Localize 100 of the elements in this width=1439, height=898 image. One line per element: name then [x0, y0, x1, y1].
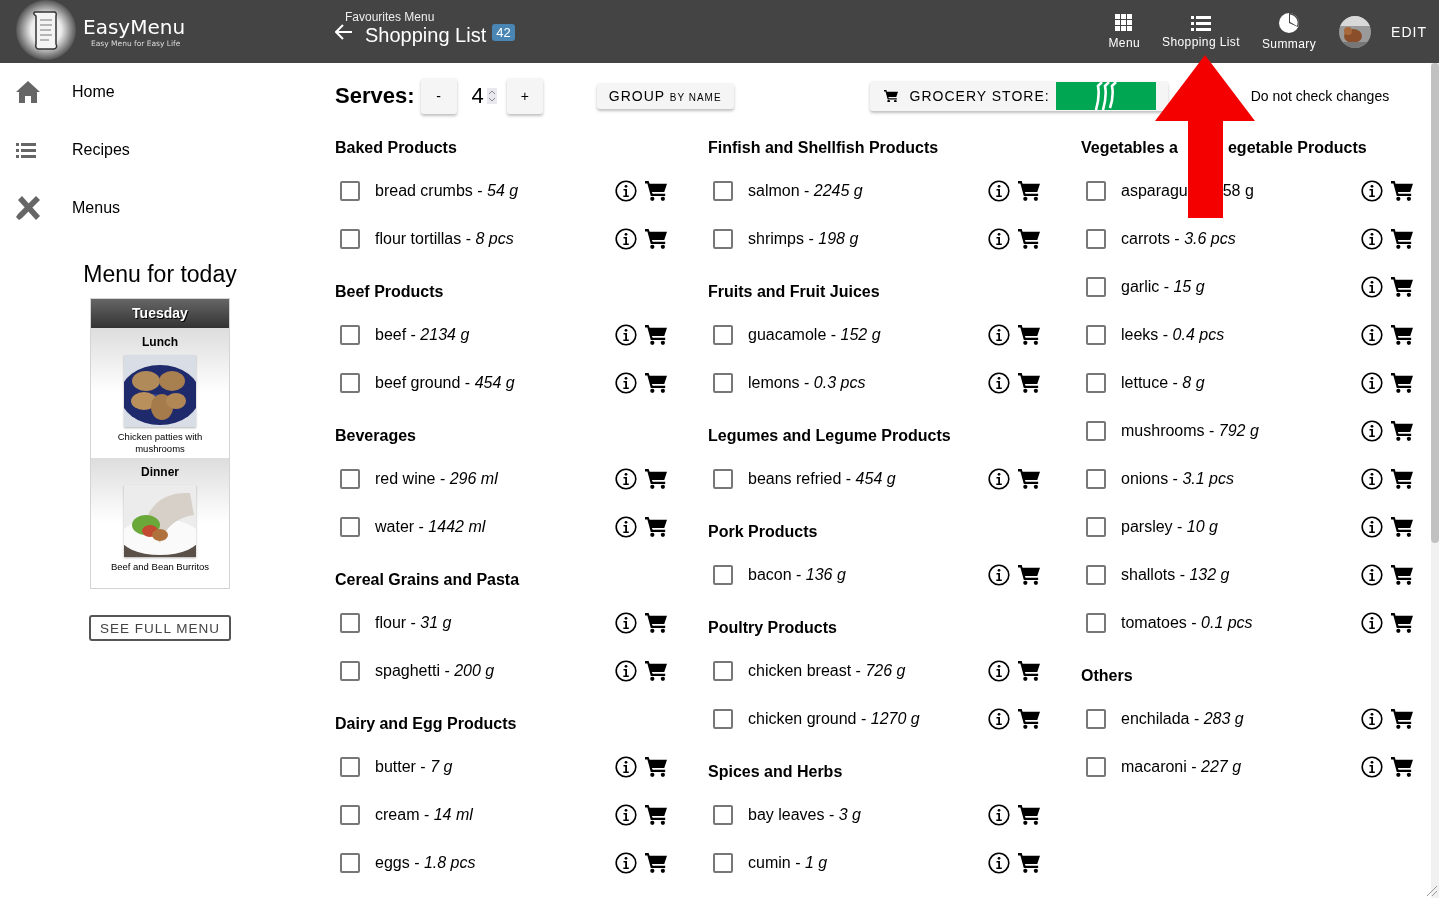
info-icon[interactable]: [988, 708, 1010, 730]
info-icon[interactable]: [1361, 468, 1383, 490]
checkbox[interactable]: [713, 229, 733, 249]
cart-icon[interactable]: [1391, 228, 1413, 250]
checkbox[interactable]: [1086, 469, 1106, 489]
cart-icon[interactable]: [645, 804, 667, 826]
info-icon[interactable]: [1361, 516, 1383, 538]
info-icon[interactable]: [615, 324, 637, 346]
cart-icon[interactable]: [645, 756, 667, 778]
cart-icon[interactable]: [1018, 852, 1040, 874]
info-icon[interactable]: [1361, 276, 1383, 298]
info-icon[interactable]: [988, 180, 1010, 202]
info-icon[interactable]: [615, 804, 637, 826]
info-icon[interactable]: [1361, 564, 1383, 586]
info-icon[interactable]: [988, 468, 1010, 490]
group-by-name-button[interactable]: GROUP BY NAME: [596, 83, 734, 109]
checkbox[interactable]: [340, 373, 360, 393]
cart-icon[interactable]: [1018, 660, 1040, 682]
info-icon[interactable]: [1361, 420, 1383, 442]
checkbox[interactable]: [713, 565, 733, 585]
cart-icon[interactable]: [1391, 564, 1413, 586]
checkbox[interactable]: [340, 517, 360, 537]
checkbox[interactable]: [1086, 325, 1106, 345]
stepper-arrows-icon[interactable]: [486, 88, 497, 104]
cart-icon[interactable]: [1018, 468, 1040, 490]
checkbox[interactable]: [713, 325, 733, 345]
info-icon[interactable]: [1361, 372, 1383, 394]
scroll-logo-icon[interactable]: [16, 0, 76, 60]
cart-icon[interactable]: [645, 852, 667, 874]
checkbox[interactable]: [713, 469, 733, 489]
checkbox[interactable]: [340, 325, 360, 345]
info-icon[interactable]: [615, 372, 637, 394]
info-icon[interactable]: [615, 660, 637, 682]
checkbox[interactable]: [1086, 421, 1106, 441]
info-icon[interactable]: [615, 852, 637, 874]
checkbox[interactable]: [1086, 229, 1106, 249]
cart-icon[interactable]: [1391, 276, 1413, 298]
checkbox[interactable]: [713, 661, 733, 681]
nav-tab[interactable]: Shopping List: [1151, 12, 1251, 51]
checkbox[interactable]: [340, 661, 360, 681]
dish-name[interactable]: Chicken patties with mushrooms: [105, 431, 215, 455]
info-icon[interactable]: [615, 468, 637, 490]
cart-icon[interactable]: [1391, 756, 1413, 778]
checkbox[interactable]: [340, 853, 360, 873]
checkbox[interactable]: [1086, 565, 1106, 585]
cart-icon[interactable]: [1018, 708, 1040, 730]
checkbox[interactable]: [1086, 277, 1106, 297]
info-icon[interactable]: [1361, 180, 1383, 202]
info-icon[interactable]: [1361, 708, 1383, 730]
info-icon[interactable]: [988, 564, 1010, 586]
cart-icon[interactable]: [1391, 708, 1413, 730]
info-icon[interactable]: [988, 324, 1010, 346]
checkbox[interactable]: [340, 229, 360, 249]
checkbox[interactable]: [1086, 373, 1106, 393]
checkbox[interactable]: [1086, 757, 1106, 777]
cart-icon[interactable]: [1018, 804, 1040, 826]
cart-icon[interactable]: [645, 228, 667, 250]
info-icon[interactable]: [988, 660, 1010, 682]
info-icon[interactable]: [1361, 228, 1383, 250]
info-icon[interactable]: [1361, 756, 1383, 778]
cart-icon[interactable]: [1391, 612, 1413, 634]
cart-icon[interactable]: [645, 612, 667, 634]
checkbox[interactable]: [340, 469, 360, 489]
cart-icon[interactable]: [1018, 228, 1040, 250]
checkbox[interactable]: [1086, 613, 1106, 633]
checkbox[interactable]: [1086, 517, 1106, 537]
info-icon[interactable]: [988, 852, 1010, 874]
cart-icon[interactable]: [645, 468, 667, 490]
info-icon[interactable]: [615, 228, 637, 250]
checkbox[interactable]: [713, 709, 733, 729]
cart-icon[interactable]: [645, 372, 667, 394]
info-icon[interactable]: [988, 804, 1010, 826]
checkbox[interactable]: [340, 181, 360, 201]
edit-button[interactable]: EDIT: [1383, 17, 1439, 46]
increase-button[interactable]: +: [506, 78, 543, 114]
checkbox[interactable]: [713, 181, 733, 201]
cart-icon[interactable]: [1018, 180, 1040, 202]
cart-icon[interactable]: [1391, 180, 1413, 202]
scrollbar[interactable]: [1431, 63, 1439, 898]
checkbox[interactable]: [713, 853, 733, 873]
cart-icon[interactable]: [645, 324, 667, 346]
cart-icon[interactable]: [645, 516, 667, 538]
cart-icon[interactable]: [1391, 420, 1413, 442]
cart-icon[interactable]: [1391, 324, 1413, 346]
nav-tab[interactable]: Menu: [1097, 11, 1152, 52]
checkbox[interactable]: [1086, 181, 1106, 201]
resize-handle-icon[interactable]: [1426, 885, 1438, 897]
cart-icon[interactable]: [1018, 372, 1040, 394]
cart-icon[interactable]: [1391, 468, 1413, 490]
cart-icon[interactable]: [1018, 564, 1040, 586]
serves-input[interactable]: 4: [471, 83, 497, 109]
checkbox[interactable]: [340, 805, 360, 825]
checkbox[interactable]: [713, 805, 733, 825]
cart-icon[interactable]: [1018, 324, 1040, 346]
checkbox[interactable]: [340, 757, 360, 777]
sidebar-item[interactable]: Menus: [0, 179, 320, 237]
info-icon[interactable]: [615, 612, 637, 634]
checkbox[interactable]: [1086, 709, 1106, 729]
info-icon[interactable]: [988, 228, 1010, 250]
checkbox[interactable]: [340, 613, 360, 633]
